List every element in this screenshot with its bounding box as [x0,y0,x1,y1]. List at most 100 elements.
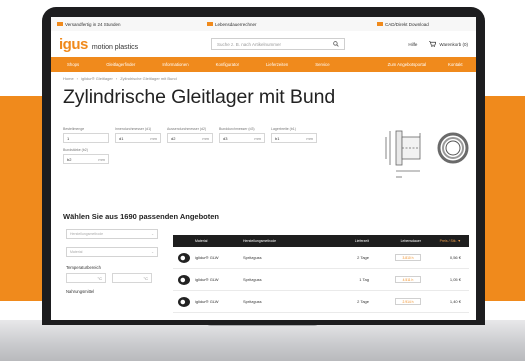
row-delivery: 2 Tage [357,299,369,304]
breadcrumb-category[interactable]: iglidur® Gleitlager [81,76,113,81]
inner-diameter-field: Innendurchmesser (d1) d1 mm [115,127,161,143]
row-price: 0,56 € [449,255,461,260]
results-table: Material Herstellungsmethode Lieferzeit … [173,235,469,313]
nav-item-configurator[interactable]: Konfigurator [216,62,239,67]
temperature-min-input[interactable]: °C [66,273,106,283]
nav-item-contact[interactable]: Kontakt [448,62,463,67]
row-process: Spritzguss [243,255,262,260]
table-row[interactable]: iglidur® GLW Spritzguss 1 Tag 4.511 h 1,… [173,269,469,291]
breadcrumb-separator-icon: › [76,75,79,81]
bearing-width-label: Lagerbreite (b1) [271,127,296,131]
flange-thickness-label: Bundstärke (b2) [63,148,88,152]
table-row[interactable]: iglidur® GLW Spritzguss 2 Tage 3.810 h 0… [173,247,469,269]
column-header-price-label: Preis / Stk. [439,239,457,243]
manufacturing-method-placeholder: Herstellungsmethode [70,232,104,236]
lifetime-calculator-link[interactable]: Lebensdauerrechner [207,22,377,27]
temperature-range-label: Temperaturbereich [66,265,101,270]
row-material[interactable]: iglidur® GLW [195,277,243,282]
column-header-lifetime[interactable]: Lebensdauer [369,239,421,243]
main-navigation: Shops Gleitlagerfinder Informationen Kon… [51,57,476,72]
bearing-width-unit: mm [306,135,313,141]
igus-logo[interactable]: igus motion plastics [59,36,211,53]
outer-diameter-field: Aussendurchmesser (d2) d2 mm [167,127,213,143]
laptop-base [0,320,525,361]
search-icon[interactable] [333,41,339,47]
outer-diameter-value: d2 [171,135,176,141]
nav-item-service[interactable]: Service [315,62,329,67]
bearing-width-input[interactable]: b1 mm [271,133,317,143]
row-material[interactable]: iglidur® GLW [195,255,243,260]
shipping-label: Versandfertig in 24 Stunden [65,21,121,27]
food-contact-label: Nahrungsmittel [66,289,95,294]
flange-thickness-input[interactable]: b2 mm [63,154,109,164]
service-topbar: Versandfertig in 24 Stunden Lebensdauerr… [51,17,476,31]
nav-item-information[interactable]: Informationen [162,62,188,67]
logo-mark: igus [59,35,88,53]
row-price: 1,05 € [449,277,461,282]
bearing-thumbnail-icon [178,252,190,263]
material-select[interactable]: Material ⌄ [66,247,158,257]
truck-icon [57,22,63,26]
inner-diameter-input[interactable]: d1 mm [115,133,161,143]
sort-desc-icon: ▼ [457,239,461,243]
table-header: Material Herstellungsmethode Lieferzeit … [173,235,469,247]
page-title: Zylindrische Gleitlager mit Bund [63,86,336,108]
outer-diameter-label: Aussendurchmesser (d2) [167,127,207,131]
row-material[interactable]: iglidur® GLW [195,299,243,304]
flange-diameter-unit: mm [254,135,261,141]
row-lifetime[interactable]: 3.810 h [395,254,421,261]
bearing-width-field: Lagerbreite (b1) b1 mm [271,127,317,143]
quantity-label: Bestellmenge [63,127,85,131]
column-header-process[interactable]: Herstellungsmethode [243,239,319,243]
flange-thickness-unit: mm [98,156,105,162]
help-link[interactable]: Hilfe [408,42,417,47]
site-header: igus motion plastics Suche z. B. nach Ar… [51,31,476,57]
temperature-max-input[interactable]: °C [112,273,152,283]
calculator-icon [207,22,213,26]
row-delivery: 2 Tage [357,255,369,260]
manufacturing-method-select[interactable]: Herstellungsmethode ⌄ [66,229,158,239]
row-price: 1,40 € [449,299,461,304]
scene: Versandfertig in 24 Stunden Lebensdauerr… [0,0,525,361]
breadcrumb: Home › iglidur® Gleitlager › Zylindrisch… [51,72,476,84]
search-input[interactable]: Suche z. B. nach Artikelnummer [211,38,345,50]
outer-diameter-input[interactable]: d2 mm [167,133,213,143]
breadcrumb-home[interactable]: Home [63,76,74,81]
parameter-row: Bundstärke (b2) b2 mm [63,148,345,164]
download-icon [377,22,383,26]
material-placeholder: Material [70,250,83,254]
nav-item-finder[interactable]: Gleitlagerfinder [106,62,135,67]
flange-diameter-input[interactable]: d3 mm [219,133,265,143]
nav-item-delivery[interactable]: Lieferzeiten [266,62,288,67]
quantity-value: 1 [67,135,70,141]
bearing-thumbnail-icon [178,296,190,307]
breadcrumb-separator-icon: › [115,75,118,81]
row-lifetime[interactable]: 4.511 h [395,276,421,283]
cart-icon [429,41,437,47]
cad-download-label: CAD/Direkt Download [385,21,429,27]
column-header-delivery[interactable]: Lieferzeit [319,239,369,243]
bearing-technical-drawing [385,130,469,178]
temperature-max-unit: °C [143,275,149,281]
table-row[interactable]: iglidur® GLW Spritzguss 2 Tage 2.914 h 1… [173,291,469,313]
column-header-price[interactable]: Preis / Stk. ▼ [421,239,465,243]
logo-tagline: motion plastics [91,43,139,51]
quantity-input[interactable]: 1 [63,133,109,143]
filter-sidebar: Herstellungsmethode ⌄ Material ⌄ Tempera… [66,229,158,297]
inner-diameter-value: d1 [119,135,124,141]
flange-thickness-value: b2 [67,156,72,162]
cart-link[interactable]: Warenkorb (0) [429,41,468,47]
search-placeholder: Suche z. B. nach Artikelnummer [217,41,282,47]
cad-download-link[interactable]: CAD/Direkt Download [377,22,429,27]
shipping-info[interactable]: Versandfertig in 24 Stunden [57,22,207,27]
chevron-down-icon: ⌄ [151,250,154,254]
outer-diameter-unit: mm [202,135,209,141]
flange-thickness-field: Bundstärke (b2) b2 mm [63,148,109,164]
dimension-parameters: Bestellmenge 1 Innendurchmesser (d1) d1 … [63,127,345,169]
nav-item-quote-portal[interactable]: Zum Angebotsportal [388,62,426,67]
column-header-material[interactable]: Material [195,239,243,243]
bearing-thumbnail-icon [178,274,190,285]
row-process: Spritzguss [243,277,262,282]
row-lifetime[interactable]: 2.914 h [395,298,421,305]
nav-item-shops[interactable]: Shops [67,62,79,67]
